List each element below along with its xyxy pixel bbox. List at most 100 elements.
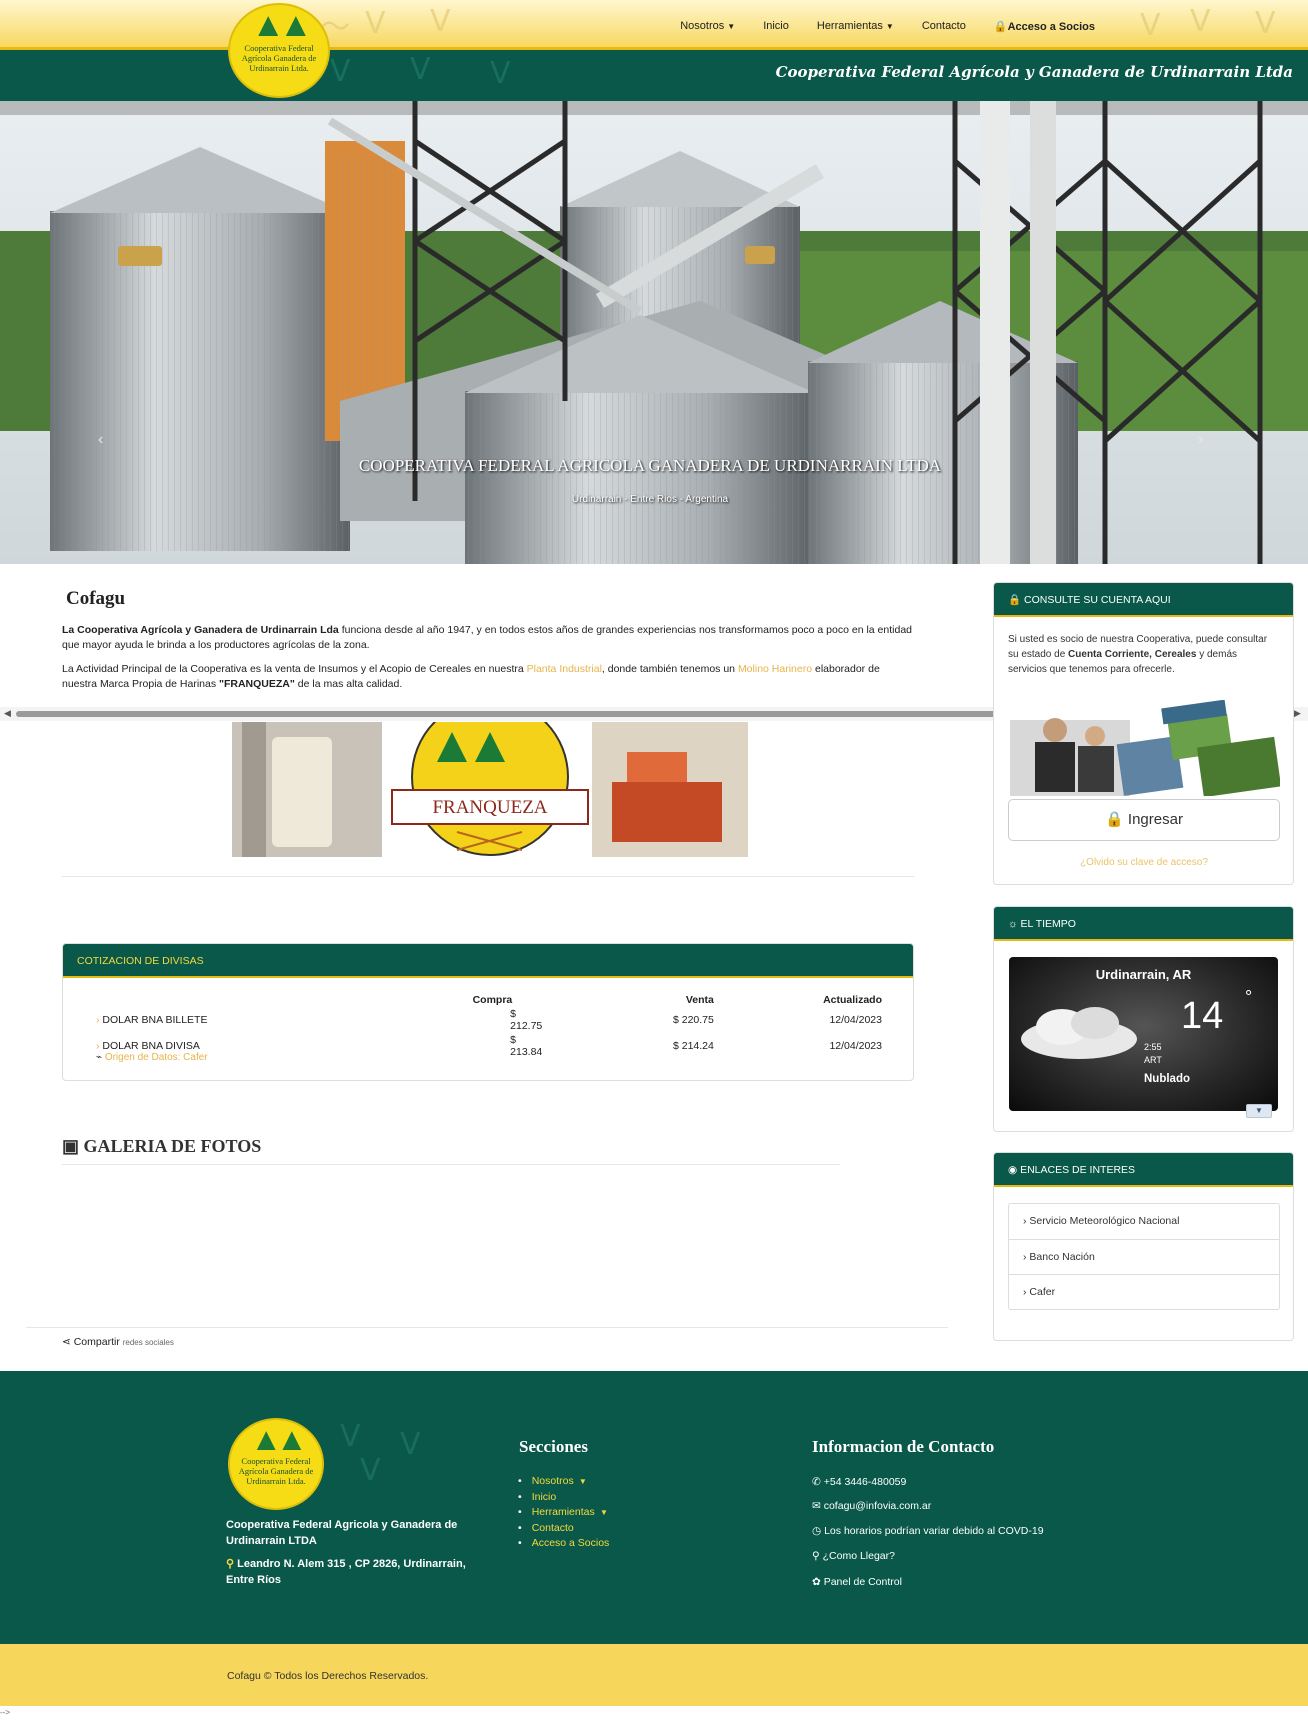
forgot-password-link[interactable]: ¿Olvido su clave de acceso?: [1008, 857, 1280, 868]
promo-brand-text: FRANQUEZA: [432, 797, 548, 818]
about-text: de la mas alta calidad.: [294, 678, 403, 690]
footer-link-label: Contacto: [531, 1521, 574, 1534]
footer-hours: ◷ Los horarios podrían variar debido al …: [812, 1525, 1044, 1537]
site-tagline: Cooperativa Federal Agrícola y Ganadera …: [775, 63, 1293, 81]
footer-link-nosotros[interactable]: Nosotros ▼: [520, 1474, 609, 1490]
envelope-icon: ✉: [812, 1500, 824, 1512]
bird-decoration-icon: ᐯ: [340, 1420, 361, 1453]
hero-title: COOPERATIVA FEDERAL AGRICOLA GANADERA DE…: [358, 456, 942, 475]
bird-decoration-icon: ᐯ: [430, 5, 451, 38]
carousel-next-arrow[interactable]: ›: [1198, 431, 1203, 449]
caret-down-icon: ▼: [727, 22, 736, 31]
table-row: › DOLAR BNA BILLETE $ 212.75 $ 220.75 12…: [96, 1007, 882, 1033]
footer-directions-text: ¿Como Llegar?: [822, 1550, 895, 1562]
footer: ᐯ ᐯ ᐯ: [0, 1371, 1308, 1644]
bird-decoration-icon: ᐯ: [330, 55, 351, 88]
nav-item-herramientas[interactable]: Herramientas ▼: [817, 20, 894, 33]
fx-source-link[interactable]: ⌁ Origen de Datos: Cafer: [96, 1052, 208, 1063]
footer-address-text: Leandro N. Alem 315 , CP 2826, Urdinarra…: [226, 1558, 466, 1586]
link-item-banco-nacion[interactable]: › Banco Nación: [1009, 1239, 1279, 1274]
divider: [62, 876, 914, 877]
footer-email-text: cofagu@infovia.com.ar: [823, 1500, 932, 1512]
carousel-prev-arrow[interactable]: ‹: [98, 431, 103, 449]
image-icon: ▣: [62, 1136, 84, 1156]
footer-hours-text: Los horarios podrían variar debido al CO…: [824, 1525, 1044, 1537]
copyright-bar: [0, 1644, 1308, 1706]
bird-decoration-icon: ᐯ: [360, 1454, 381, 1487]
franqueza-banner: [232, 722, 748, 857]
weather-widget[interactable]: Urdinarrain, AR 14 ° 2:55 ART Nublado: [1009, 957, 1278, 1111]
bird-decoration-icon: ᐯ: [400, 1428, 421, 1461]
lock-icon: 🔒: [1008, 594, 1024, 606]
fx-compra: $ 212.75: [510, 1008, 543, 1032]
links-panel-title: ◉ ENLACES DE INTERES: [994, 1153, 1293, 1187]
nav-item-inicio[interactable]: Inicio: [763, 20, 789, 33]
logo-line: Agrícola Ganadera de: [241, 53, 317, 63]
logo-line: Cooperativa Federal: [241, 1456, 311, 1466]
table-row: › DOLAR BNA DIVISA $ 213.84 $ 214.24 12/…: [96, 1033, 882, 1059]
globe-icon: ◉: [1008, 1164, 1021, 1176]
rss-icon: ⌁: [96, 1052, 105, 1063]
table-header: Compra Venta Actualizado: [96, 993, 882, 1007]
scroll-left-arrow-icon[interactable]: ◀: [4, 708, 11, 719]
copyright-text: Cofagu © Todos los Derechos Reservados.: [227, 1670, 429, 1682]
logo-line: Urdinarrain Ltda.: [249, 63, 309, 73]
map-marker-icon: ⚲: [226, 1558, 238, 1570]
link-item-smn[interactable]: › Servicio Meteorológico Nacional: [1009, 1204, 1279, 1239]
footer-panel-link[interactable]: ✿ Panel de Control: [812, 1576, 902, 1588]
pine-trees-icon: ▲▲: [250, 1421, 307, 1457]
caret-down-icon: ▼: [576, 1477, 587, 1486]
site-logo[interactable]: ▲▲ Cooperativa Federal Agrícola Ganadera…: [228, 3, 330, 98]
nav-label: Acceso a Socios: [1007, 21, 1095, 33]
fx-name: › DOLAR BNA BILLETE: [96, 1007, 270, 1033]
footer-link-contacto[interactable]: Contacto: [520, 1521, 609, 1537]
footer-link-label: Inicio: [531, 1490, 557, 1503]
fx-header: [96, 993, 270, 1007]
share-small: redes sociales: [122, 1338, 174, 1347]
footer-link-herramientas[interactable]: Herramientas ▼: [520, 1505, 609, 1521]
fx-venta: $ 220.75: [672, 1014, 714, 1026]
bird-decoration-icon: ᐯ: [1255, 7, 1276, 40]
nav-item-contacto[interactable]: Contacto: [922, 20, 966, 33]
account-title-label: CONSULTE SU CUENTA AQUI: [1024, 594, 1171, 606]
about-strong: La Cooperativa Agrícola y Ganadera de Ur…: [62, 624, 339, 636]
weather-condition: Nublado: [1144, 1073, 1190, 1085]
hero-subtitle: Urdinarrain - Entre Rios - Argentina: [571, 494, 729, 505]
logo-line: Urdinarrain Ltda.: [246, 1476, 306, 1486]
footer-link-label: Acceso a Socios: [531, 1537, 610, 1549]
molino-harinero-link[interactable]: Molino Harinero: [738, 663, 812, 675]
nav-item-nosotros[interactable]: Nosotros ▼: [680, 20, 735, 33]
weather-provider-badge[interactable]: ▼: [1246, 1104, 1272, 1118]
nav-label: Herramientas: [816, 20, 883, 32]
login-button-label: Ingresar: [1127, 811, 1183, 828]
weather-time-value: 2:55: [1144, 1042, 1162, 1052]
links-list: › Servicio Meteorológico Nacional › Banc…: [1008, 1203, 1280, 1310]
fx-header: Venta: [685, 994, 714, 1006]
login-button[interactable]: 🔒 Ingresar: [1008, 799, 1280, 841]
share-label: Compartir: [73, 1336, 120, 1348]
account-description: Si usted es socio de nuestra Cooperativa…: [1008, 632, 1278, 677]
footer-link-label: Herramientas: [531, 1506, 595, 1518]
link-item-cafer[interactable]: › Cafer: [1009, 1274, 1279, 1309]
fx-fecha: 12/04/2023: [829, 1014, 882, 1026]
footer-email[interactable]: ✉ cofagu@infovia.com.ar: [812, 1500, 931, 1512]
footer-address: ⚲ Leandro N. Alem 315 , CP 2826, Urdinar…: [226, 1556, 496, 1588]
gallery-title-label: GALERIA DE FOTOS: [83, 1136, 262, 1156]
footer-directions-link[interactable]: ⚲ ¿Como Llegar?: [812, 1550, 895, 1562]
sun-icon: ☼: [1008, 918, 1021, 930]
nav-item-acceso-socios[interactable]: 🔒Acceso a Socios: [994, 20, 1095, 33]
clock-icon: ◷: [812, 1525, 825, 1537]
footer-link-inicio[interactable]: Inicio: [520, 1490, 609, 1506]
fx-source-label: Origen de Datos: Cafer: [104, 1052, 208, 1063]
footer-link-acceso-socios[interactable]: Acceso a Socios: [520, 1536, 610, 1552]
share-button[interactable]: ⋖ Compartir redes sociales: [62, 1336, 174, 1348]
nav-label: Nosotros: [680, 20, 725, 32]
bird-decoration-icon: ᐯ: [410, 53, 431, 86]
planta-industrial-link[interactable]: Planta Industrial: [527, 663, 602, 675]
scroll-right-arrow-icon[interactable]: ▶: [1294, 708, 1301, 719]
footer-phone[interactable]: ✆ +54 3446-480059: [812, 1476, 906, 1488]
bird-decoration-icon: ᐯ: [1190, 5, 1211, 38]
weather-title-label: EL TIEMPO: [1020, 918, 1076, 930]
franqueza-promo-image: FRANQUEZA: [232, 722, 748, 857]
weather-panel-title: ☼ EL TIEMPO: [994, 907, 1293, 941]
